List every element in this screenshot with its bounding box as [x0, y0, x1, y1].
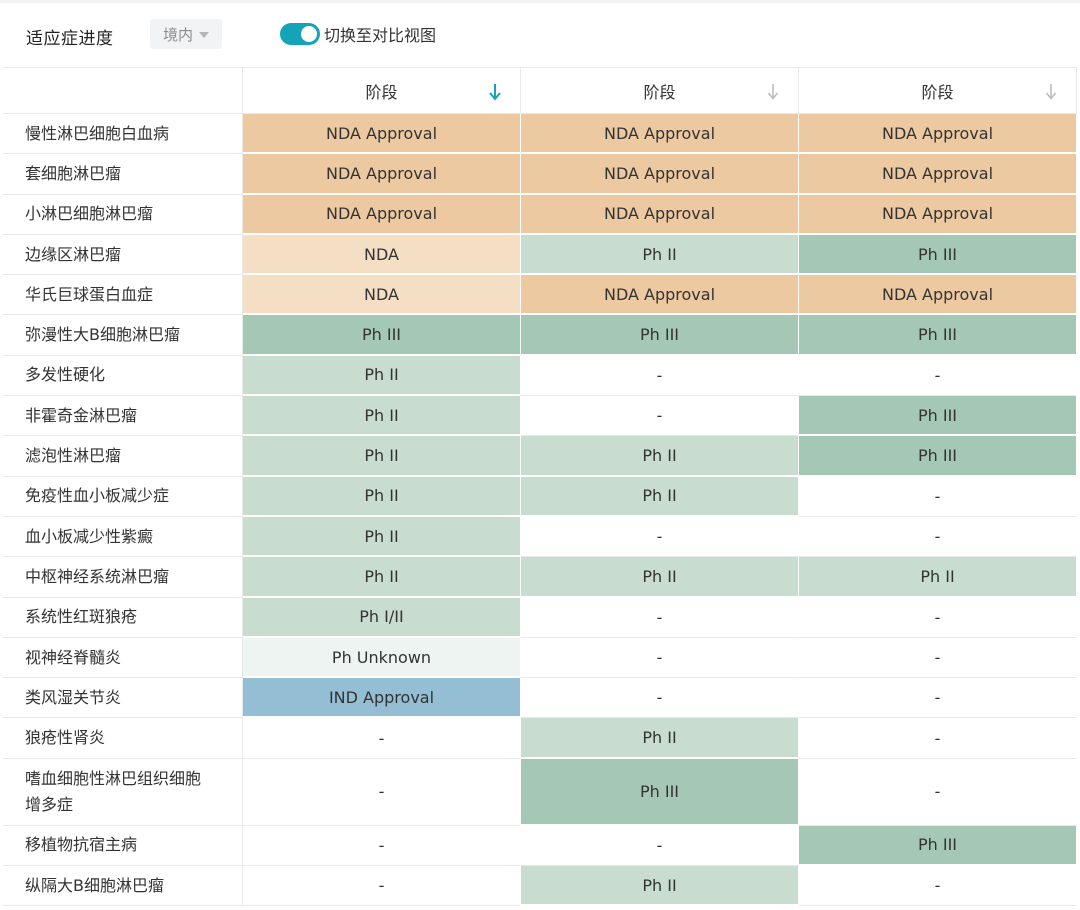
- stage-cell: Ph I/II: [243, 597, 521, 638]
- stage-cell: NDA Approval: [521, 194, 799, 235]
- region-select[interactable]: 境内: [150, 19, 222, 49]
- toggle-knob: [301, 26, 317, 42]
- column-header-label: 阶段: [365, 82, 398, 102]
- stage-cell: NDA Approval: [243, 154, 521, 195]
- stage-cell: NDA Approval: [799, 114, 1077, 155]
- stage-cell: NDA: [243, 234, 521, 276]
- stage-cell: Ph II: [243, 557, 521, 598]
- stage-cell: -: [799, 678, 1077, 719]
- compare-view-toggle[interactable]: 切换至对比视图: [280, 22, 436, 46]
- indication-name: 弥漫性大B细胞淋巴瘤: [3, 315, 243, 356]
- stage-cell: -: [521, 678, 799, 719]
- stage-cell: IND Approval: [243, 678, 521, 719]
- stage-cell: Ph II: [521, 557, 799, 598]
- sort-down-arrow-icon[interactable]: [488, 82, 502, 102]
- stage-cell: Ph II: [521, 436, 799, 477]
- indication-name: 滤泡性淋巴瘤: [3, 436, 243, 477]
- stage-cell: Ph III: [243, 315, 521, 356]
- toggle-label: 切换至对比视图: [324, 26, 437, 45]
- stage-cell: Ph II: [243, 355, 521, 397]
- indication-name: 套细胞淋巴瘤: [3, 154, 243, 195]
- stage-cell: Ph III: [799, 825, 1077, 867]
- stage-cell: -: [521, 637, 799, 679]
- stage-cell: Ph III: [799, 234, 1077, 276]
- indication-table: 阶段 阶段 阶段 慢性淋巴细胞白血病 NDA Approval NDA Approv…: [3, 67, 1077, 907]
- stage-cell: Ph II: [243, 476, 521, 517]
- stage-cell: Ph III: [799, 436, 1077, 477]
- stage-cell: NDA Approval: [521, 154, 799, 195]
- column-header-label: 阶段: [921, 82, 954, 102]
- caret-down-icon: [199, 32, 209, 38]
- sort-down-arrow-icon[interactable]: [766, 82, 780, 102]
- indication-name: 边缘区淋巴瘤: [3, 234, 243, 276]
- indication-name: 视神经脊髓炎: [3, 637, 243, 679]
- stage-cell: -: [799, 637, 1077, 679]
- column-header-3[interactable]: 阶段: [799, 67, 1077, 114]
- stage-cell: NDA Approval: [799, 194, 1077, 235]
- indication-name: 华氏巨球蛋白血症: [3, 275, 243, 316]
- table-header-corner: [3, 67, 243, 114]
- sort-down-arrow-icon[interactable]: [1044, 82, 1058, 102]
- stage-cell: Ph II: [521, 234, 799, 276]
- indication-name: 类风湿关节炎: [3, 678, 243, 719]
- stage-cell: Ph III: [521, 315, 799, 356]
- stage-cell: -: [243, 825, 521, 867]
- stage-cell: -: [521, 396, 799, 437]
- indication-name: 嗜血细胞性淋巴组织细胞增多症: [3, 758, 243, 826]
- stage-cell: -: [521, 355, 799, 397]
- stage-cell: Ph II: [243, 396, 521, 437]
- indication-name: 中枢神经系统淋巴瘤: [3, 557, 243, 598]
- stage-cell: NDA Approval: [521, 114, 799, 155]
- stage-cell: -: [521, 597, 799, 638]
- indication-name: 慢性淋巴细胞白血病: [3, 114, 243, 155]
- stage-cell: NDA Approval: [243, 194, 521, 235]
- stage-cell: Ph II: [521, 718, 799, 759]
- stage-cell: Ph III: [799, 396, 1077, 437]
- stage-cell: Ph III: [799, 315, 1077, 356]
- column-header-1[interactable]: 阶段: [243, 67, 521, 114]
- column-header-2[interactable]: 阶段: [521, 67, 799, 114]
- indication-name: 移植物抗宿主病: [3, 825, 243, 867]
- column-header-label: 阶段: [643, 82, 676, 102]
- stage-cell: -: [799, 516, 1077, 558]
- stage-cell: Ph II: [521, 866, 799, 907]
- stage-cell: -: [243, 866, 521, 907]
- indication-name: 系统性红斑狼疮: [3, 597, 243, 638]
- region-select-value: 境内: [162, 25, 193, 44]
- stage-cell: NDA Approval: [521, 275, 799, 316]
- stage-cell: Ph II: [243, 516, 521, 558]
- toggle-switch[interactable]: [280, 23, 320, 45]
- indication-name: 免疫性血小板减少症: [3, 476, 243, 517]
- stage-cell: -: [799, 597, 1077, 638]
- stage-cell: -: [243, 758, 521, 826]
- stage-cell: -: [521, 516, 799, 558]
- stage-cell: -: [799, 758, 1077, 826]
- stage-cell: -: [799, 355, 1077, 397]
- stage-cell: NDA Approval: [799, 275, 1077, 316]
- stage-cell: Ph II: [521, 476, 799, 517]
- stage-cell: Ph II: [799, 557, 1077, 598]
- stage-cell: Ph II: [243, 436, 521, 477]
- stage-cell: -: [799, 476, 1077, 517]
- stage-cell: -: [799, 866, 1077, 907]
- indication-name: 小淋巴细胞淋巴瘤: [3, 194, 243, 235]
- stage-cell: -: [521, 825, 799, 867]
- indication-name: 多发性硬化: [3, 355, 243, 397]
- stage-cell: NDA: [243, 275, 521, 316]
- stage-cell: -: [243, 718, 521, 759]
- page-title: 适应症进度: [26, 29, 114, 49]
- stage-cell: -: [799, 718, 1077, 759]
- stage-cell: NDA Approval: [243, 114, 521, 155]
- indication-name: 纵隔大B细胞淋巴瘤: [3, 866, 243, 907]
- toolbar: 适应症进度 境内 切换至对比视图: [0, 3, 1080, 67]
- indication-name: 非霍奇金淋巴瘤: [3, 396, 243, 437]
- stage-cell: NDA Approval: [799, 154, 1077, 195]
- indication-name: 狼疮性肾炎: [3, 718, 243, 759]
- stage-cell: Ph III: [521, 758, 799, 826]
- indication-name: 血小板减少性紫癜: [3, 516, 243, 558]
- stage-cell: Ph Unknown: [243, 637, 521, 679]
